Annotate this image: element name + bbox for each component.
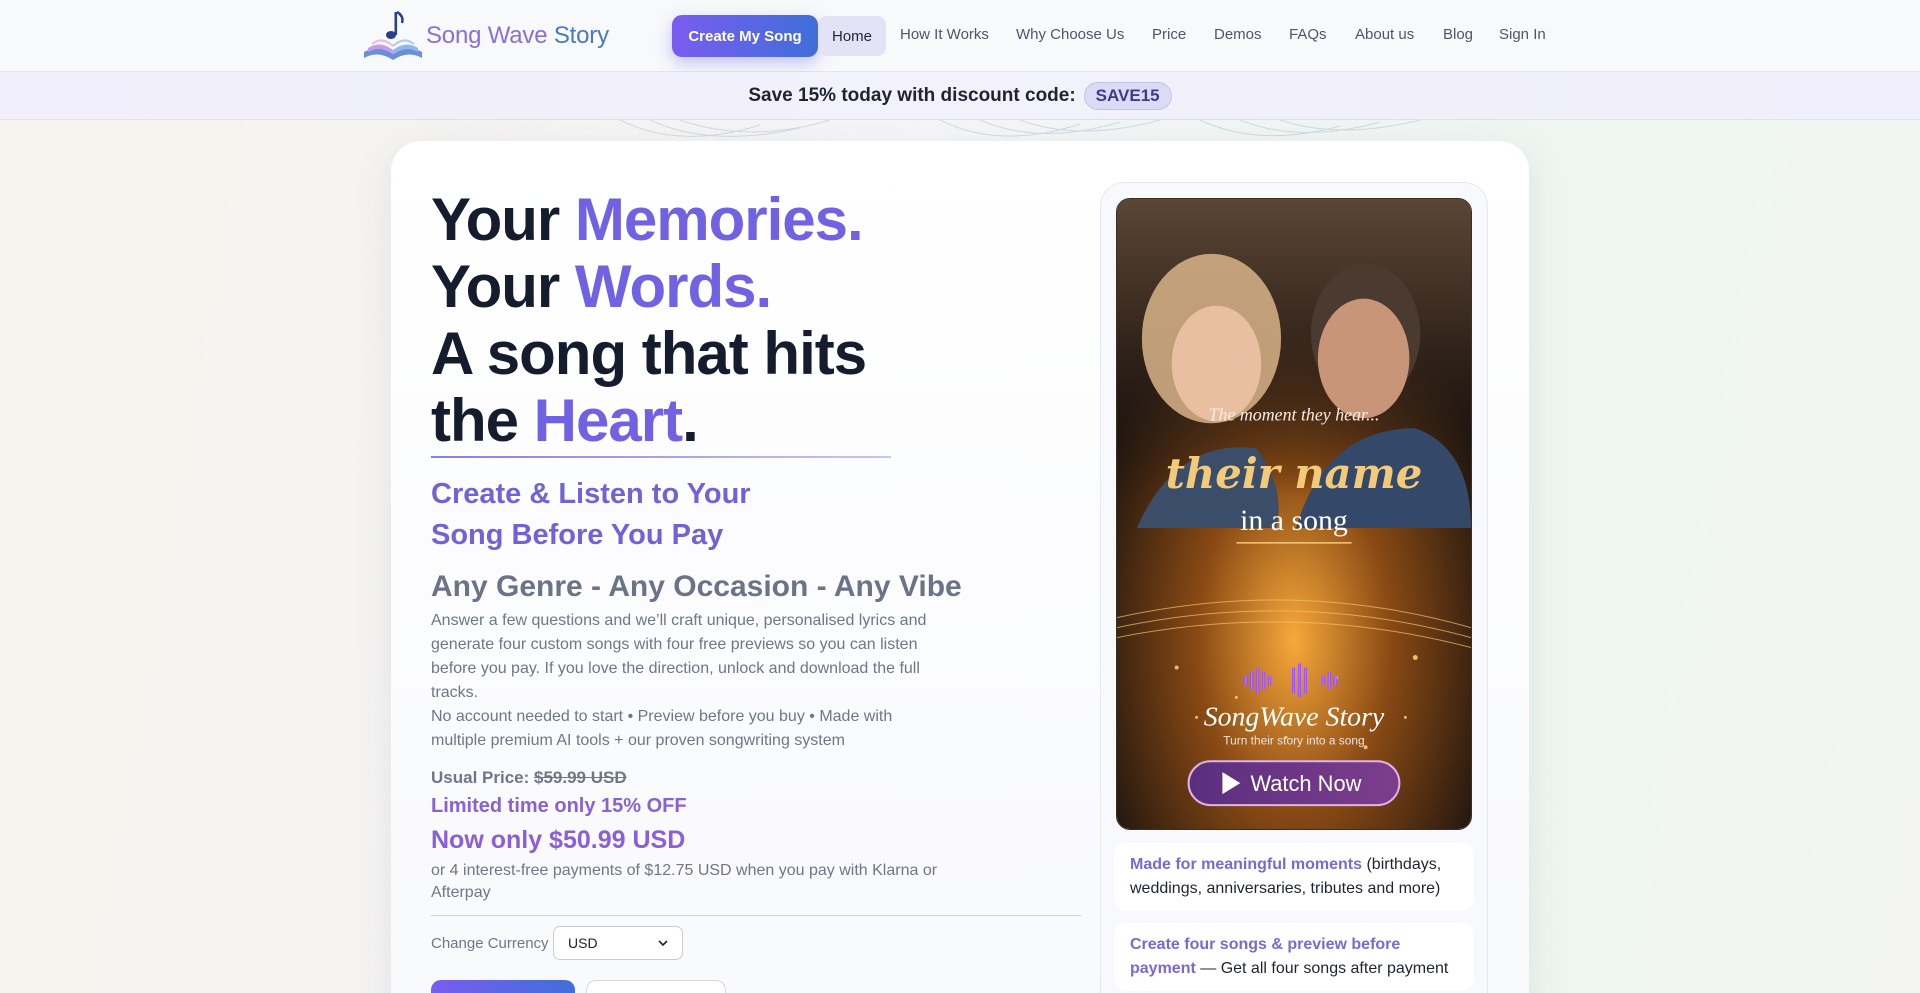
currency-selected-value: USD [568,935,598,951]
hero-heading-accent: Heart [533,387,683,454]
nav-link-about-us[interactable]: About us [1355,26,1414,43]
logo-wordmark: Song Wave Story [426,22,609,50]
feature-card-moments: Made for meaningful moments (birthdays, … [1114,843,1474,911]
hero-heading-text: A song that hits [431,320,867,387]
genre-tagline: Any Genre - Any Occasion - Any Vibe [431,570,962,603]
secondary-action-button[interactable] [586,980,726,993]
video-brand: SongWave Story [1204,701,1385,732]
hero-heading-accent: Words. [574,253,772,320]
hero-description: Answer a few questions and we’ll craft u… [431,612,927,701]
promo-banner: Save 15% today with discount code: SAVE1… [0,72,1920,120]
hero-heading-text: the [431,387,534,454]
subheading-line: Create & Listen to Your [431,478,751,510]
promo-text: Save 15% today with discount code: [748,84,1076,106]
hero-heading-accent: Memories. [574,186,864,253]
nav-link-price[interactable]: Price [1152,26,1186,43]
video-tagline1: The moment they hear... [1209,404,1380,424]
create-my-song-button[interactable]: Create My Song [672,15,818,57]
chevron-down-icon [658,940,668,946]
nav-link-faqs[interactable]: FAQs [1289,26,1327,43]
logo-text-part1: Song Wave [426,22,548,49]
pricing-divider [431,915,1081,916]
currency-label: Change Currency [431,935,549,952]
video-artwork: The moment they hear... their name in a … [1117,199,1471,829]
nav-link-sign-in[interactable]: Sign In [1499,26,1546,43]
currency-select[interactable]: USD [553,926,683,960]
music-book-logo-icon [364,10,422,60]
feature-highlight: Made for meaningful moments [1130,856,1363,873]
hero-heading-text: . [682,387,699,454]
feature-card-preview: Create four songs & preview before payme… [1114,923,1474,991]
usual-price-label: Usual Price: [431,768,530,787]
hero-heading-text: Your [431,253,575,320]
site-logo[interactable]: Song Wave Story [360,8,609,64]
nav-link-how-it-works[interactable]: How It Works [900,26,989,43]
video-tagline3: in a song [1240,504,1348,537]
nav-link-blog[interactable]: Blog [1443,26,1473,43]
discount-code-badge[interactable]: SAVE15 [1083,81,1172,110]
video-brand-sub: Turn their story into a song [1223,733,1364,747]
logo-text-part2: Story [553,22,609,49]
hero-heading-text: Your [431,186,575,253]
usual-price-value: $59.99 USD [534,768,627,787]
hero-heading: Your Memories. Your Words. A song that h… [431,186,991,454]
subheading-line: Song Before You Pay [431,519,724,551]
usual-price: Usual Price: $59.99 USD [431,768,627,788]
hero-subheading: Create & Listen to Your Song Before You … [431,474,831,556]
discount-label: Limited time only 15% OFF [431,795,687,817]
current-price: Now only $50.99 USD [431,826,686,854]
heading-divider [431,456,891,458]
promo-video-thumbnail[interactable]: The moment they hear... their name in a … [1116,198,1472,830]
nav-link-why-choose-us[interactable]: Why Choose Us [1016,26,1124,43]
video-tagline2: their name [1166,449,1423,498]
nav-link-demos[interactable]: Demos [1214,26,1262,43]
feature-text: — Get all four songs after payment [1195,960,1449,977]
installment-note: or 4 interest-free payments of $12.75 US… [431,862,938,901]
top-navbar: Song Wave Story Create My Song Home How … [0,0,1920,72]
hero-benefits-line: No account needed to start • Preview bef… [431,708,893,749]
nav-link-home[interactable]: Home [818,16,886,56]
primary-action-button[interactable] [431,980,575,993]
watch-now-label: Watch Now [1250,771,1361,796]
